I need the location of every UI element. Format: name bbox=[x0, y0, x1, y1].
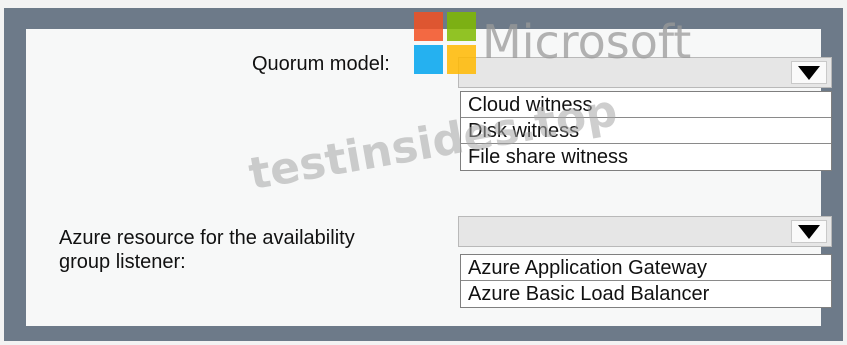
option-azure-application-gateway[interactable]: Azure Application Gateway bbox=[461, 255, 831, 281]
listener-resource-label: Azure resource for the availability grou… bbox=[59, 226, 439, 274]
logo-green-square bbox=[447, 12, 476, 41]
quorum-dropdown-toggle[interactable] bbox=[791, 61, 827, 84]
logo-yellow-square bbox=[447, 45, 476, 74]
microsoft-logo-text: Microsoft bbox=[482, 15, 692, 69]
option-azure-basic-load-balancer[interactable]: Azure Basic Load Balancer bbox=[461, 281, 831, 307]
logo-blue-square bbox=[414, 45, 443, 74]
triangle-down-icon bbox=[798, 65, 820, 80]
quorum-model-label: Quorum model: bbox=[252, 53, 390, 75]
listener-label-line-2: group listener: bbox=[59, 251, 186, 273]
logo-red-square bbox=[414, 12, 443, 41]
listener-dropdown-toggle[interactable] bbox=[791, 220, 827, 243]
triangle-down-icon bbox=[798, 224, 820, 239]
microsoft-logo: Microsoft bbox=[414, 12, 704, 76]
microsoft-logo-squares bbox=[414, 12, 476, 74]
listener-resource-dropdown[interactable] bbox=[458, 216, 832, 247]
listener-resource-options: Azure Application Gateway Azure Basic Lo… bbox=[460, 254, 832, 308]
listener-label-line-1: Azure resource for the availability bbox=[59, 227, 355, 249]
